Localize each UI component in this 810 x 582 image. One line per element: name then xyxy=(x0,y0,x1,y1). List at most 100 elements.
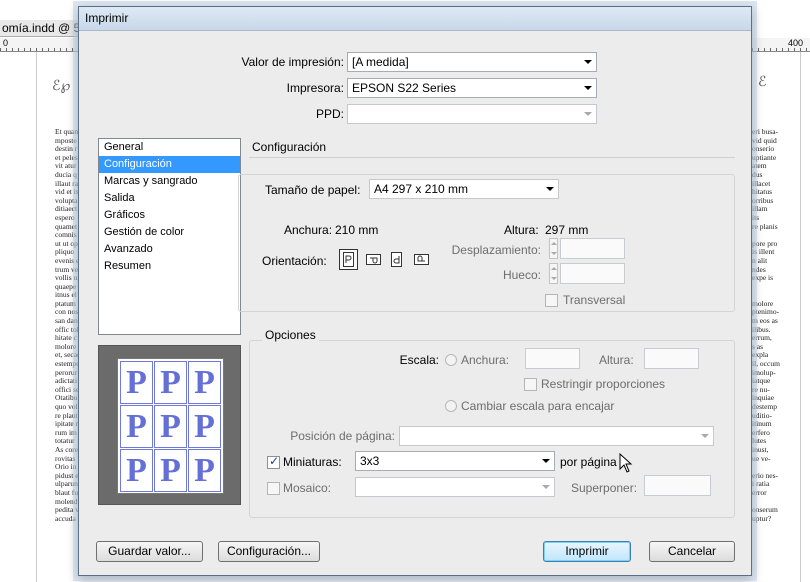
overlap-input[interactable] xyxy=(644,475,711,496)
scale-to-fit-radio[interactable] xyxy=(445,400,457,412)
document-text-line: error xyxy=(752,487,767,497)
tile-label: Mosaico: xyxy=(283,481,332,495)
category-list[interactable]: General Configuración Marcas y sangrado Sal… xyxy=(98,138,241,335)
scale-label: Escala: xyxy=(399,353,439,367)
scale-radio[interactable] xyxy=(445,354,457,366)
chevron-down-icon xyxy=(542,459,550,463)
dialog-titlebar[interactable]: Imprimir xyxy=(79,7,751,31)
document-tab[interactable]: omía.indd @ 5 xyxy=(0,20,84,37)
paper-size-select[interactable]: A4 297 x 210 mm xyxy=(369,179,559,199)
horizontal-ruler-right: 400 xyxy=(752,38,810,52)
horizontal-ruler-left: 0 xyxy=(0,38,84,52)
preview-thumbnail: P xyxy=(154,449,187,492)
thumbnails-label: Miniaturas: xyxy=(283,455,342,469)
ppd-label: PPD: xyxy=(315,107,344,121)
cancel-button[interactable]: Cancelar xyxy=(649,541,735,562)
portrait-orientation-button[interactable] xyxy=(339,249,358,270)
category-item[interactable]: Configuración xyxy=(99,156,240,173)
chevron-down-icon xyxy=(546,187,554,191)
printer-label: Impresora: xyxy=(286,81,344,95)
document-text-line: re planis xyxy=(752,221,778,231)
scale-width-input[interactable] xyxy=(525,348,580,369)
gap-input[interactable] xyxy=(560,263,625,284)
height-value: 297 mm xyxy=(545,223,589,237)
save-preset-button[interactable]: Guardar valor... xyxy=(96,541,203,562)
chevron-down-icon xyxy=(701,434,709,438)
category-item[interactable]: Salida xyxy=(99,190,240,207)
paper-size-label: Tamaño de papel: xyxy=(265,183,361,197)
section-title: Configuración xyxy=(252,140,327,154)
preview-thumbnail: P xyxy=(188,449,221,492)
page-position-select[interactable] xyxy=(399,426,714,446)
printer-select[interactable]: EPSON S22 Series xyxy=(347,78,597,98)
print-dialog: Imprimir Valor de impresión: [A medida] … xyxy=(78,6,752,576)
thumbnails-select[interactable]: 3x3 xyxy=(355,451,555,471)
preview-thumbnail: P xyxy=(188,405,221,448)
scale-height-label: Altura: xyxy=(599,353,634,367)
ruler-zero-label: 0 xyxy=(3,38,9,48)
transverse-label: Transversal xyxy=(563,293,626,307)
reverse-portrait-page-icon xyxy=(391,252,402,267)
document-text-line: expe is xyxy=(752,273,774,283)
document-text-line xyxy=(752,283,792,292)
chevron-down-icon xyxy=(584,86,592,90)
scale-width-label: Anchura: xyxy=(461,353,510,367)
document-text-line: ue ve- xyxy=(752,453,771,463)
dialog-title: Imprimir xyxy=(85,11,129,25)
category-item[interactable]: Avanzado xyxy=(99,241,240,258)
preview-thumbnail: P xyxy=(188,361,221,404)
tile-checkbox[interactable] xyxy=(267,482,280,495)
preview-sheet: PPPPPPPPP xyxy=(117,358,224,494)
print-preset-select[interactable]: [A medida] xyxy=(347,52,597,72)
constrain-proportions-checkbox[interactable] xyxy=(524,378,537,391)
reverse-landscape-orientation-button[interactable] xyxy=(411,249,430,270)
page-preview: PPPPPPPPP xyxy=(98,345,241,505)
preview-thumbnail: P xyxy=(120,449,153,492)
width-value: 210 mm xyxy=(335,223,379,237)
tile-select[interactable] xyxy=(355,477,555,497)
category-item[interactable]: General xyxy=(99,139,240,156)
offset-input[interactable] xyxy=(560,238,625,259)
category-item[interactable]: Marcas y sangrado xyxy=(99,173,240,190)
category-item[interactable]: Gráficos xyxy=(99,207,240,224)
setup-button[interactable]: Configuración... xyxy=(218,541,320,562)
reverse-portrait-orientation-button[interactable] xyxy=(387,249,406,270)
landscape-orientation-button[interactable] xyxy=(363,249,382,270)
landscape-page-icon xyxy=(366,254,381,265)
preview-thumbnail: P xyxy=(154,405,187,448)
orientation-label: Orientación: xyxy=(262,254,327,268)
scale-to-fit-label: Cambiar escala para encajar xyxy=(461,399,615,413)
offset-label: Desplazamiento: xyxy=(451,243,541,257)
section-separator xyxy=(249,157,735,158)
document-text-line: uptur? xyxy=(752,513,772,523)
page-edge-right xyxy=(800,52,801,582)
scale-height-input[interactable] xyxy=(644,348,699,369)
header-ornament-right: ℰ xyxy=(758,74,767,90)
text-column-right: eri busa-vid quid onserio uptiante atem dus i… xyxy=(752,128,792,582)
category-item[interactable]: Resumen xyxy=(99,258,240,275)
transverse-checkbox[interactable] xyxy=(545,294,558,307)
gap-spinner[interactable] xyxy=(549,263,558,284)
print-preset-label: Valor de impresión: xyxy=(241,55,345,69)
overlap-label: Superponer: xyxy=(571,481,638,495)
thumbnails-value: 3x3 xyxy=(360,454,380,468)
thumbnails-suffix: por página xyxy=(560,455,617,469)
chevron-down-icon xyxy=(584,60,592,64)
preview-thumbnail: P xyxy=(120,405,153,448)
header-ornament-left: ℰ℘ xyxy=(52,78,71,94)
ruler-400-label: 400 xyxy=(788,38,804,48)
chevron-down-icon xyxy=(542,485,550,489)
preview-thumbnail: P xyxy=(154,361,187,404)
preview-thumbnail: P xyxy=(120,361,153,404)
options-title: Opciones xyxy=(262,328,319,342)
constrain-proportions-label: Restringir proporciones xyxy=(541,377,666,391)
offset-spinner[interactable] xyxy=(549,238,558,259)
print-preset-value: [A medida] xyxy=(352,55,409,69)
category-item[interactable]: Gestión de color xyxy=(99,224,240,241)
printer-value: EPSON S22 Series xyxy=(352,81,457,95)
width-label: Anchura: xyxy=(284,223,333,237)
gap-label: Hueco: xyxy=(502,268,541,282)
ppd-select[interactable] xyxy=(347,104,597,124)
print-button[interactable]: Imprimir xyxy=(543,541,631,562)
thumbnails-checkbox[interactable] xyxy=(267,454,280,469)
